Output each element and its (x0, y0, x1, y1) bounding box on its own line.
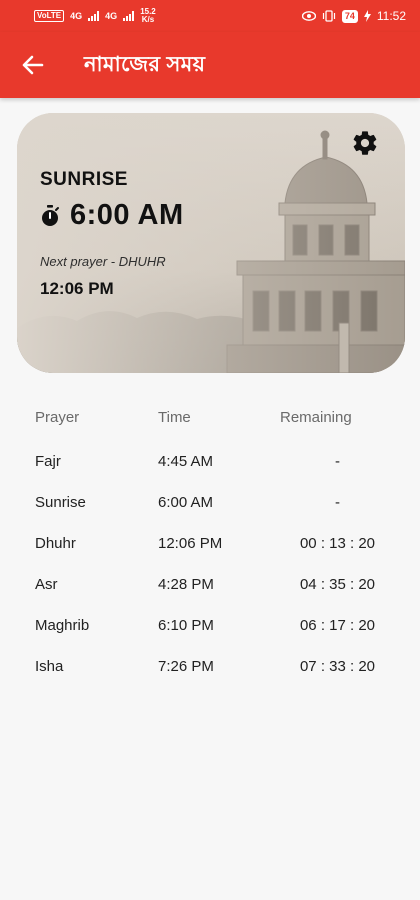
prayer-time: 6:10 PM (158, 617, 214, 634)
table-row: Asr 4:28 PM 04 : 35 : 20 (35, 564, 395, 605)
prayer-name: Asr (35, 576, 58, 593)
table-header: Prayer Time Remaining (35, 396, 395, 438)
eye-icon (301, 11, 316, 21)
prayer-remaining: 00 : 13 : 20 (299, 535, 376, 552)
current-prayer-card: SUNRISE 6:00 AM Next prayer - DHUHR 12:0… (17, 113, 405, 373)
vibrate-icon (322, 10, 335, 22)
stopwatch-icon (42, 204, 59, 226)
current-prayer-time: 6:00 AM (70, 199, 184, 231)
header-time: Time (158, 408, 191, 426)
network-speed: 15.2 K/s (140, 8, 156, 24)
prayer-name: Isha (35, 658, 64, 675)
settings-gear-icon[interactable] (351, 129, 379, 157)
prayer-name: Maghrib (35, 617, 90, 634)
status-bar: VoLTE 4G 4G 15.2 K/s 74 11:52 (0, 0, 420, 32)
current-prayer-time-row: 6:00 AM (40, 199, 184, 232)
current-prayer-info: SUNRISE 6:00 AM Next prayer - DHUHR 12:0… (40, 169, 184, 299)
header-prayer: Prayer (35, 408, 80, 426)
table-row: Maghrib 6:10 PM 06 : 17 : 20 (35, 605, 395, 646)
prayer-times-table: Prayer Time Remaining Fajr 4:45 AM - Sun… (35, 396, 395, 687)
next-prayer-label: Next prayer - DHUHR (40, 254, 166, 269)
prayer-remaining: 07 : 33 : 20 (299, 658, 376, 675)
prayer-name: Fajr (35, 453, 61, 470)
prayer-name: Sunrise (35, 494, 86, 511)
battery-icon: 74 (341, 9, 358, 23)
table-row: Fajr 4:45 AM - (35, 441, 395, 482)
prayer-time: 12:06 PM (158, 535, 223, 552)
volte-badge: VoLTE (34, 10, 65, 22)
prayer-time: 4:45 AM (158, 453, 214, 470)
prayer-time: 7:26 PM (158, 658, 214, 675)
arrow-left-icon (22, 55, 44, 75)
prayer-remaining: 06 : 17 : 20 (299, 617, 376, 634)
charging-icon (363, 10, 371, 22)
next-prayer-time: 12:06 PM (40, 279, 114, 298)
signal-icon-2 (123, 11, 135, 21)
status-left: VoLTE 4G 4G 15.2 K/s (34, 8, 156, 24)
clock: 11:52 (376, 9, 406, 23)
back-button[interactable] (0, 32, 66, 98)
network-type-2: 4G (105, 11, 118, 21)
signal-icon (88, 11, 100, 21)
header-remaining: Remaining (280, 408, 352, 426)
page-title: নামাজের সময় (84, 52, 206, 76)
status-right: 74 11:52 (301, 9, 406, 23)
prayer-time: 4:28 PM (158, 576, 214, 593)
speed-unit: K/s (141, 15, 155, 24)
table-row: Isha 7:26 PM 07 : 33 : 20 (35, 646, 395, 687)
prayer-name: Dhuhr (35, 535, 76, 552)
prayer-remaining: - (335, 494, 340, 511)
network-type-1: 4G (70, 11, 83, 21)
current-prayer-name: SUNRISE (40, 169, 128, 190)
table-row: Sunrise 6:00 AM - (35, 482, 395, 523)
prayer-time: 6:00 AM (158, 494, 214, 511)
prayer-remaining: - (335, 453, 340, 470)
app-bar: নামাজের সময় (0, 32, 420, 98)
prayer-remaining: 04 : 35 : 20 (299, 576, 376, 593)
table-row: Dhuhr 12:06 PM 00 : 13 : 20 (35, 523, 395, 564)
